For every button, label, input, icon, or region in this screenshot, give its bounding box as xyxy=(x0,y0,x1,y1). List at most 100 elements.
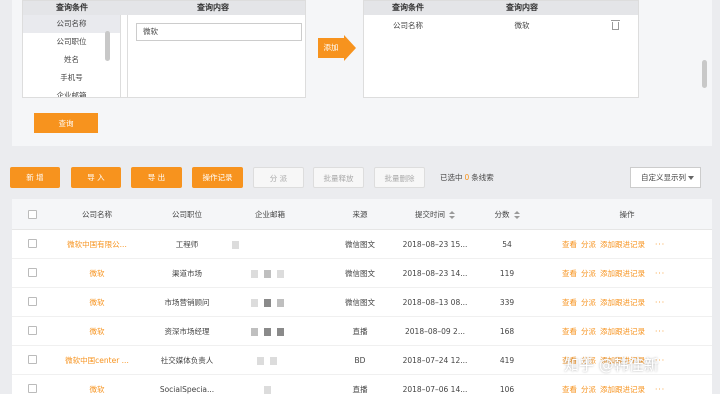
col-score[interactable]: 分数 xyxy=(477,199,537,230)
more-icon[interactable]: ··· xyxy=(655,240,665,249)
view-link[interactable]: 查看 xyxy=(562,327,577,336)
condition-content-area: 微软 xyxy=(127,15,305,97)
condition-item-phone[interactable]: 手机号 xyxy=(23,69,120,87)
arrow-right-icon xyxy=(344,35,356,61)
cell-email xyxy=(222,230,292,259)
more-icon[interactable]: ··· xyxy=(655,327,665,336)
cell-position: 渠道市场 xyxy=(172,269,202,278)
batch-delete-button[interactable]: 批量删除 xyxy=(374,167,425,188)
row-checkbox[interactable] xyxy=(28,326,37,335)
more-icon[interactable]: ··· xyxy=(655,269,665,278)
search-button[interactable]: 查询 xyxy=(34,113,98,133)
operation-log-button[interactable]: 操作记录 xyxy=(192,167,243,188)
col-score-label: 分数 xyxy=(494,210,510,219)
col-position: 公司职位 xyxy=(172,210,202,219)
condition-list: 公司名称 公司职位 姓名 手机号 企业邮箱 xyxy=(23,15,121,97)
action-toolbar: 新 增 导 入 导 出 操作记录 分 派 批量释放 批量删除 已选中 0 条线索 自… xyxy=(0,160,720,196)
cell-operations: 查看 分派 添加跟进记录 ··· xyxy=(562,317,712,346)
col-email: 企业邮箱 xyxy=(255,210,285,219)
custom-columns-select[interactable]: 自定义显示列 xyxy=(630,167,701,188)
add-follow-up-link[interactable]: 添加跟进记录 xyxy=(600,269,645,278)
cell-operations: 查看 分派 添加跟进记录 ··· xyxy=(562,375,712,394)
assign-link[interactable]: 分派 xyxy=(581,385,596,394)
more-icon[interactable]: ··· xyxy=(655,298,665,307)
view-link[interactable]: 查看 xyxy=(562,298,577,307)
condition-item-email[interactable]: 企业邮箱 xyxy=(23,87,120,97)
table-row: 微软 市场营销顾问 微信图文 2018–08–13 08... 339 查看 分派… xyxy=(12,288,712,317)
query-content-input[interactable]: 微软 xyxy=(136,23,302,41)
add-follow-up-link[interactable]: 添加跟进记录 xyxy=(600,298,645,307)
selection-suffix: 条线索 xyxy=(471,173,494,182)
query-panel: 查询条件 查询内容 公司名称 公司职位 姓名 手机号 企业邮箱 微软 添加 查询… xyxy=(12,0,712,146)
cell-email xyxy=(222,317,312,346)
row-checkbox[interactable] xyxy=(28,384,37,393)
view-link[interactable]: 查看 xyxy=(562,385,577,394)
col-source: 来源 xyxy=(352,210,368,219)
selection-prefix: 已选中 xyxy=(440,173,463,182)
cell-source: 微信图文 xyxy=(345,298,375,307)
assign-link[interactable]: 分派 xyxy=(581,327,596,336)
assign-link[interactable]: 分派 xyxy=(581,269,596,278)
cell-company[interactable]: 微软 xyxy=(57,317,137,346)
row-checkbox[interactable] xyxy=(28,239,37,248)
cell-submit-time: 2018–08–23 14... xyxy=(402,269,468,278)
query-condition-box: 查询条件 查询内容 公司名称 公司职位 姓名 手机号 企业邮箱 微软 xyxy=(22,0,306,98)
page-scrollbar[interactable] xyxy=(702,60,707,88)
sort-icon xyxy=(449,211,455,219)
view-link[interactable]: 查看 xyxy=(562,240,577,249)
cell-score: 119 xyxy=(499,269,515,278)
add-follow-up-link[interactable]: 添加跟进记录 xyxy=(600,385,645,394)
add-label: 添加 xyxy=(318,38,344,58)
assign-button[interactable]: 分 派 xyxy=(253,167,304,188)
cell-submit-time: 2018–07–24 12... xyxy=(402,356,468,365)
view-link[interactable]: 查看 xyxy=(562,269,577,278)
assign-link[interactable]: 分派 xyxy=(581,298,596,307)
selected-conditions-header: 查询条件 查询内容 xyxy=(364,1,638,15)
condition-scrollbar[interactable] xyxy=(105,31,110,61)
cell-company[interactable]: 微软中国center ... xyxy=(57,346,137,375)
cell-email xyxy=(222,259,312,288)
assign-link[interactable]: 分派 xyxy=(581,240,596,249)
cell-source: 直播 xyxy=(352,385,368,394)
select-all-checkbox[interactable] xyxy=(28,210,37,219)
import-button[interactable]: 导 入 xyxy=(71,167,121,188)
row-checkbox[interactable] xyxy=(28,355,37,364)
cell-company[interactable]: 微软中国有限公... xyxy=(57,230,137,259)
add-condition-button[interactable]: 添加 xyxy=(318,35,356,61)
more-icon[interactable]: ··· xyxy=(655,385,665,394)
selected-condition-value: 微软 xyxy=(514,21,530,30)
cell-submit-time: 2018–08–09 2... xyxy=(405,327,465,336)
cell-position: 资深市场经理 xyxy=(164,327,210,336)
custom-columns-label: 自定义显示列 xyxy=(641,173,686,182)
cell-operations: 查看 分派 添加跟进记录 ··· xyxy=(562,259,712,288)
zhihu-watermark: 知乎 @韩佳新 xyxy=(564,356,659,374)
cell-position: 工程师 xyxy=(175,240,199,249)
col-submit-time-label: 提交时间 xyxy=(415,210,445,219)
cell-operations: 查看 分派 添加跟进记录 ··· xyxy=(562,230,712,259)
trash-icon xyxy=(610,20,620,30)
cell-company[interactable]: 微软 xyxy=(57,375,137,394)
header-condition: 查询条件 xyxy=(56,3,88,12)
header-condition: 查询条件 xyxy=(392,3,424,12)
table-row: 微软 资深市场经理 直播 2018–08–09 2... 168 查看 分派 添加跟… xyxy=(12,317,712,346)
cell-score: 419 xyxy=(499,356,515,365)
delete-condition-button[interactable] xyxy=(592,15,638,37)
selected-condition-row: 公司名称 微软 xyxy=(364,15,638,37)
cell-source: 直播 xyxy=(352,327,368,336)
row-checkbox[interactable] xyxy=(28,268,37,277)
cell-company[interactable]: 微软 xyxy=(57,288,137,317)
add-button[interactable]: 新 增 xyxy=(10,167,60,188)
header-content: 查询内容 xyxy=(197,3,229,12)
chevron-down-icon xyxy=(688,176,694,180)
add-follow-up-link[interactable]: 添加跟进记录 xyxy=(600,327,645,336)
col-submit-time[interactable]: 提交时间 xyxy=(400,199,470,230)
add-follow-up-link[interactable]: 添加跟进记录 xyxy=(600,240,645,249)
cell-email xyxy=(222,288,312,317)
row-checkbox[interactable] xyxy=(28,297,37,306)
cell-source: BD xyxy=(354,356,366,365)
cell-company[interactable]: 微软 xyxy=(57,259,137,288)
query-condition-header: 查询条件 查询内容 xyxy=(23,1,305,15)
export-button[interactable]: 导 出 xyxy=(131,167,182,188)
table-header: 公司名称 公司职位 企业邮箱 来源 提交时间 分数 操作 xyxy=(12,199,712,230)
batch-release-button[interactable]: 批量释放 xyxy=(313,167,364,188)
